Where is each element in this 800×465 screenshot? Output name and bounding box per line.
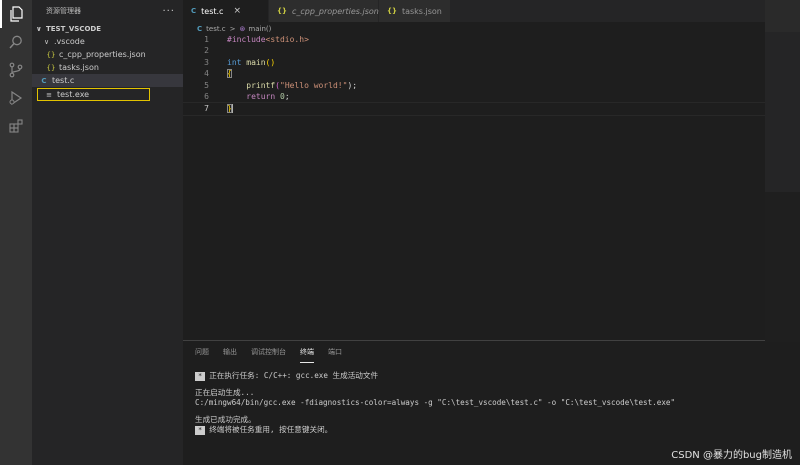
text-cursor [231,104,233,114]
terminal-line: 正在启动生成... [195,388,255,397]
parens: () [265,57,276,67]
terminal-output[interactable]: * 正在执行任务: C/C++: gcc.exe 生成活动文件 正在启动生成...… [195,371,755,435]
tree-item-label: test.exe [57,90,90,99]
panel-tab-terminal[interactable]: 终端 [300,341,314,363]
explorer-header: 资源管理器 ··· [32,0,183,22]
line-number: 7 [204,104,209,114]
terminal-line: 生成已成功完成。 [195,415,256,424]
code-editor[interactable]: 1 #include<stdio.h> 2 3 int main() 4 { 5… [183,34,765,116]
run-debug-icon[interactable] [0,84,32,112]
terminal-line: C:/mingw64/bin/gcc.exe -fdiagnostics-col… [195,398,676,407]
csdn-watermark: CSDN @暴力的bug制造机 [671,450,792,461]
return-keyword: return [246,91,276,101]
folder-test-vscode[interactable]: ∨ TEST_VSCODE [32,22,183,35]
line-number: 3 [204,57,209,67]
panel-tab-output[interactable]: 输出 [223,341,237,363]
chevron-right-icon: > [229,24,236,33]
tree-item-tasks-json[interactable]: {} tasks.json [32,61,183,74]
semicolon: ; [284,91,290,101]
terminal-line: * 终端将被任务重用, 按任意键关闭。 [195,425,755,435]
code-line: 6 return 0; [183,91,765,102]
files-icon[interactable] [0,0,32,28]
tab-label: test.c [201,6,224,16]
code-line: 1 #include<stdio.h> [183,34,765,45]
json-icon: {} [277,7,287,15]
more-actions-icon[interactable]: ··· [162,6,175,17]
c-file-icon: C [41,76,47,85]
code-line: 2 [183,45,765,56]
minimap[interactable] [765,0,800,465]
line-number: 2 [204,46,209,56]
extensions-icon[interactable] [0,112,32,140]
breadcrumb-file[interactable]: test.c [206,25,226,33]
line-number: 1 [204,35,209,44]
panel-tab-ports[interactable]: 端口 [328,341,342,363]
terminal-line: * 正在执行任务: C/C++: gcc.exe 生成活动文件 [195,371,755,381]
search-icon[interactable] [0,28,32,56]
minimap-slider [765,32,800,192]
terminal-text: 终端将被任务重用, 按任意键关闭。 [209,425,333,434]
chevron-down-icon: ∨ [36,24,42,33]
json-icon: {} [387,7,397,15]
code-line: 3 int main() [183,57,765,68]
tree-item-label: test.c [52,76,75,85]
task-star-badge: * [195,426,206,435]
binary-file-icon: ≡ [46,90,52,99]
line-number: 4 [204,69,209,79]
line-number: 6 [204,91,209,101]
code-line: 5 printf("Hello world!"); [183,80,765,91]
tab-test-c[interactable]: C test.c × [183,0,269,22]
minimap-top [765,0,800,32]
line-number: 5 [204,80,209,90]
json-icon: {} [46,63,56,72]
panel-tab-problems[interactable]: 问题 [195,341,209,363]
editor-tabs: C test.c × {} c_cpp_properties.json {} t… [183,0,765,22]
printf-call: printf [246,80,276,90]
minimap-track [765,192,800,342]
chevron-down-icon: ∨ [44,37,50,46]
c-file-icon: C [197,24,203,33]
tree-item-vscode-folder[interactable]: ∨ .vscode [32,35,183,48]
panel-tab-debug-console[interactable]: 调试控制台 [251,341,286,363]
panel-tabs: 问题 输出 调试控制台 终端 端口 [183,341,765,363]
source-control-icon[interactable] [0,56,32,84]
tab-c-cpp-properties[interactable]: {} c_cpp_properties.json [269,0,379,22]
activity-bar [0,0,32,465]
terminal-text: 正在执行任务: C/C++: gcc.exe 生成活动文件 [209,371,379,380]
tree-item-test-exe[interactable]: ≡ test.exe [37,88,150,101]
tree-item-label: .vscode [54,37,85,46]
folder-label: TEST_VSCODE [46,24,102,33]
task-star-badge: * [195,372,206,381]
tab-label: tasks.json [401,6,442,16]
close-icon[interactable]: × [233,6,241,16]
explorer-sidebar: 资源管理器 ··· ∨ TEST_VSCODE ∨ .vscode {} c_c… [32,0,183,465]
function-symbol-icon: ⊛ [239,24,246,33]
close-paren: ); [347,80,358,90]
json-icon: {} [46,50,56,59]
c-file-icon: C [191,7,197,15]
explorer-title: 资源管理器 [46,7,81,15]
tree-item-c-cpp-properties[interactable]: {} c_cpp_properties.json [32,48,183,61]
string-literal: "Hello world!" [280,80,348,90]
preprocessor-directive: #include [227,35,266,44]
tree-item-label: c_cpp_properties.json [59,50,146,59]
tab-tasks-json[interactable]: {} tasks.json [379,0,451,22]
include-header: <stdio.h> [265,35,309,44]
function-name: main [246,57,266,67]
code-line-current: 7 } [183,102,765,116]
tab-label: c_cpp_properties.json [291,6,379,16]
type-keyword: int [227,57,242,67]
tree-item-label: tasks.json [59,63,99,72]
breadcrumb-symbol[interactable]: main() [248,25,271,33]
code-line: 4 { [183,68,765,79]
tree-item-test-c[interactable]: C test.c [32,74,183,87]
open-brace: { [227,69,232,79]
